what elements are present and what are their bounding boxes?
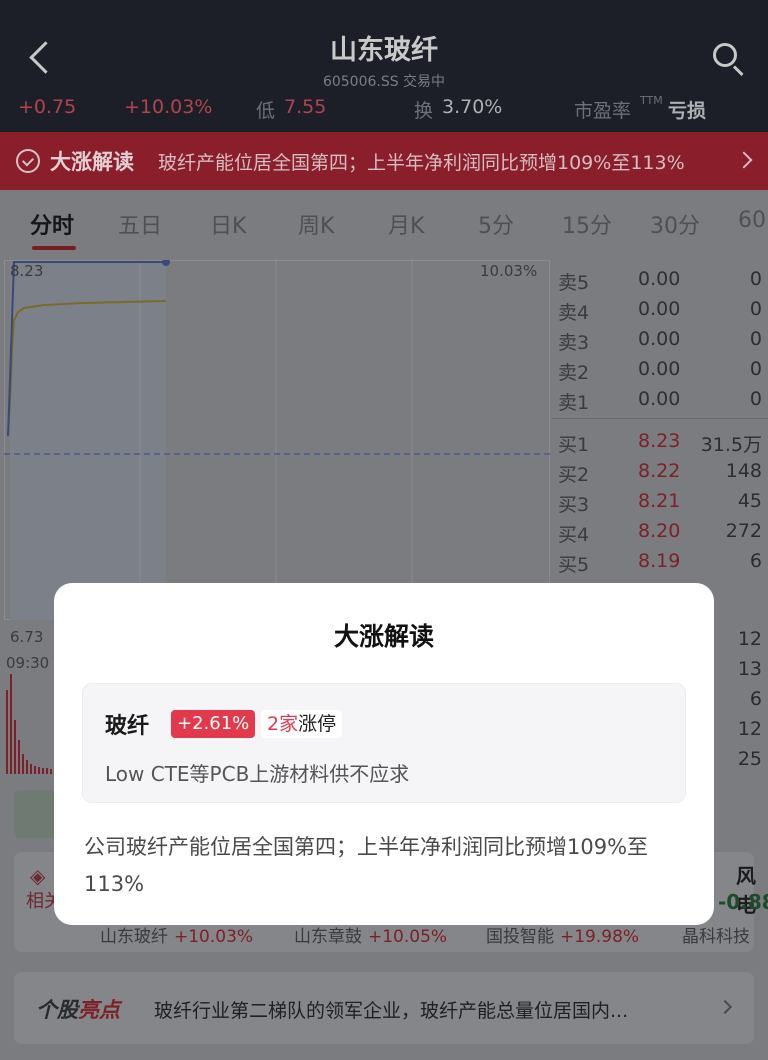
tick-volume: 25 [737,748,762,770]
low-label: 低 [256,100,276,122]
chart-bottom-price: 6.73 [10,628,44,646]
tab-15min[interactable]: 15分 [562,208,612,240]
trend-check-icon [16,149,40,173]
sector-item[interactable]: 山东章鼓 +10.05% [294,922,447,947]
layers-icon: ◈ [30,864,46,888]
ask-row: 卖1 0.00 0 [558,388,762,414]
pe-value: 亏损 [668,100,707,122]
ask-row: 卖4 0.00 0 [558,298,762,324]
modal-body-text: 公司玻纤产能位居全国第四；上半年净利润同比预增109%至113% [84,835,649,896]
bid-row: 买5 8.19 6 [558,550,762,576]
concept-description: Low CTE等PCB上游材料供不应求 [105,762,410,786]
turnover-value: 3.70% [442,96,503,118]
modal-title: 大涨解读 [333,622,434,651]
search-icon[interactable] [710,40,746,77]
sector-item[interactable]: 晶科科技 [682,922,750,947]
tab-weekly-k[interactable]: 周K [298,208,334,240]
surge-banner[interactable]: 大涨解读 玻纤产能位居全国第四；上半年净利润同比预增109%至113% [0,132,768,190]
highlight-logo: 个股亮点 [36,998,120,1022]
concept-name: 玻纤 [105,714,150,739]
tick-volume: 13 [737,658,762,680]
stock-header: 山东玻纤 605006.SS 交易中 +0.75 +10.03% 低 7.55 … [0,0,768,132]
limit-up-count: 2家涨停 [261,710,343,738]
pe-suffix: TTM [640,94,663,107]
sector-item[interactable]: 山东玻纤 +10.03% [100,922,253,947]
sector-extra-value: -0.88 [718,890,768,914]
bid-row: 买3 8.21 45 [558,490,762,516]
bid-row: 买4 8.20 272 [558,520,762,546]
chevron-right-icon [735,151,753,169]
bid-row: 买2 8.22 148 [558,460,762,486]
stock-title: 山东玻纤 [330,35,438,66]
price-change-pct: +10.03% [124,96,213,118]
chart-tabs: 分时 五日 日K 周K 月K 5分 15分 30分 60 [0,190,768,260]
tab-daily-k[interactable]: 日K [210,208,246,240]
banner-title: 大涨解读 [50,150,134,174]
tab-5min[interactable]: 5分 [478,208,514,240]
tick-volume: 12 [737,628,762,650]
intraday-lines [4,260,550,622]
concept-change-badge: +2.61% [171,710,256,738]
stock-subtitle: 605006.SS 交易中 [322,74,446,90]
tick-volume: 6 [749,688,762,710]
turnover-label: 换 [414,100,434,122]
highlight-text: 玻纤行业第二梯队的领军企业，玻纤产能总量位居国内... [154,1000,629,1022]
active-tab-indicator [32,246,76,250]
book-divider [552,418,768,419]
tab-30min[interactable]: 30分 [650,208,700,240]
chart-top-pct: 10.03% [480,262,538,280]
low-value: 7.55 [284,96,327,118]
pe-label: 市盈率 [574,100,632,122]
price-change: +0.75 [18,96,77,118]
tab-monthly-k[interactable]: 月K [388,208,424,240]
surge-analysis-modal: 大涨解读 玻纤 +2.61% 2家涨停 Low CTE等PCB上游材料供不应求 … [54,583,714,925]
tab-60min[interactable]: 60 [738,208,766,233]
ask-row: 卖2 0.00 0 [558,358,762,384]
sector-item[interactable]: 国投智能 +19.98% [486,922,639,947]
concept-card[interactable]: 玻纤 +2.61% 2家涨停 Low CTE等PCB上游材料供不应求 [82,683,686,803]
ask-row: 卖5 0.00 0 [558,268,762,294]
ask-row: 卖3 0.00 0 [558,328,762,354]
banner-text: 玻纤产能位居全国第四；上半年净利润同比预增109%至113% [158,152,685,174]
tab-five-day[interactable]: 五日 [118,208,162,240]
tab-timeshare[interactable]: 分时 [30,208,74,240]
chart-top-price: 8.23 [10,262,44,280]
tick-volume: 12 [737,718,762,740]
bid-row: 买1 8.23 31.5万 [558,430,762,456]
